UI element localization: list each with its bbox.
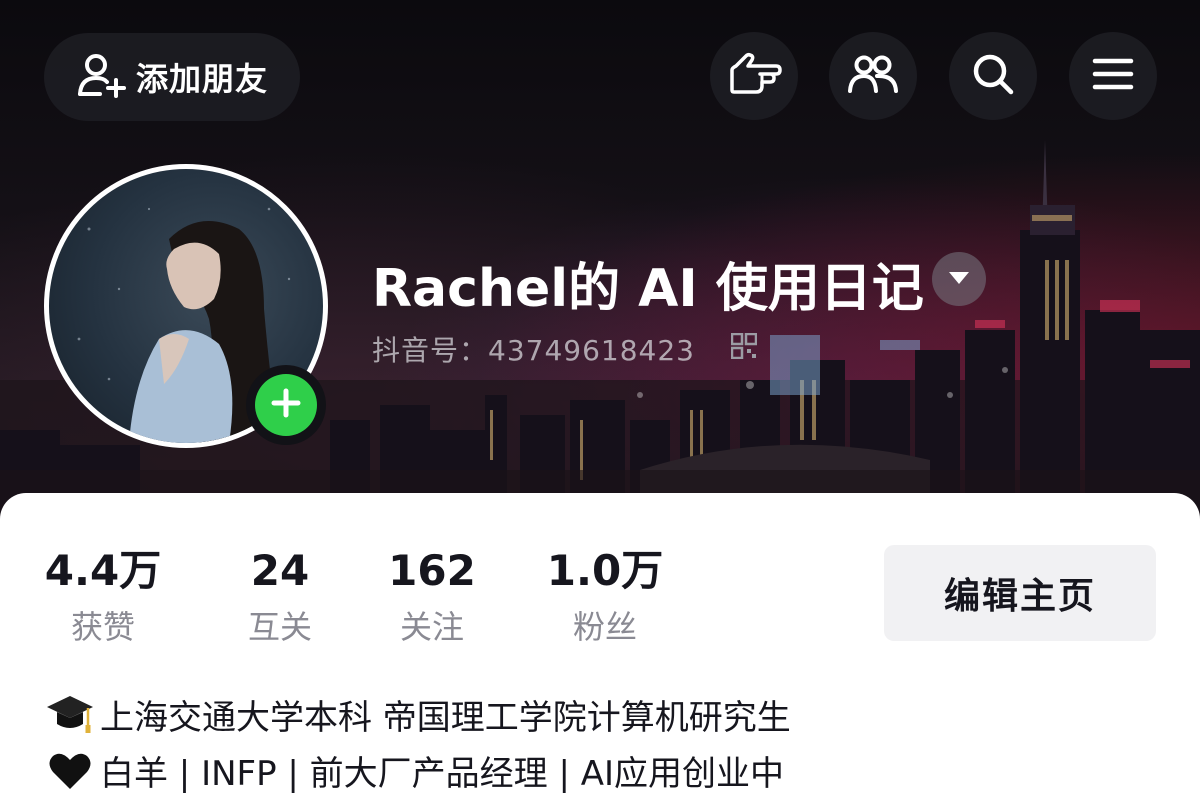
friends-button[interactable]: [829, 32, 917, 120]
bio-text: 上海交通大学本科 帝国理工学院计算机研究生: [100, 698, 791, 738]
graduation-cap-icon: [44, 692, 96, 738]
stat-likes[interactable]: 4.4万 获赞: [38, 545, 168, 649]
profile-nickname: Rachel的 AI 使用日记: [372, 259, 924, 319]
stat-value: 24: [250, 546, 310, 595]
menu-button[interactable]: [1069, 32, 1157, 120]
bio-line: 白羊 | INFP | 前大厂产品经理 | AI应用创业中: [44, 746, 784, 795]
bio-line: 上海交通大学本科 帝国理工学院计算机研究生: [44, 690, 791, 739]
stat-mutual[interactable]: 24 互关: [230, 545, 330, 649]
stat-value: 1.0万: [546, 546, 664, 595]
search-icon: [971, 52, 1015, 100]
stat-label: 获赞: [70, 608, 135, 646]
add-friend-label: 添加朋友: [135, 60, 268, 98]
stat-followers[interactable]: 1.0万 粉丝: [540, 545, 670, 649]
poke-button[interactable]: [710, 32, 798, 120]
douyin-id: 抖音号：43749618423: [372, 334, 695, 367]
stat-following[interactable]: 162 关注: [382, 545, 482, 649]
stat-label: 关注: [399, 608, 464, 646]
qr-code-icon[interactable]: [730, 332, 758, 363]
black-heart-icon: [44, 748, 96, 794]
account-switch-button[interactable]: [932, 252, 986, 306]
menu-icon: [1092, 56, 1134, 96]
pointing-hand-icon: [726, 52, 782, 100]
add-friend-icon: [76, 52, 126, 102]
stat-value: 162: [388, 546, 476, 595]
stat-label: 互关: [247, 608, 312, 646]
edit-profile-button[interactable]: 编辑主页: [884, 545, 1156, 641]
add-friend-button[interactable]: 添加朋友: [44, 33, 300, 121]
stat-value: 4.4万: [44, 546, 162, 595]
plus-icon: [270, 387, 302, 423]
bio-text: 白羊 | INFP | 前大厂产品经理 | AI应用创业中: [100, 754, 785, 794]
search-button[interactable]: [949, 32, 1037, 120]
caret-down-icon: [948, 270, 970, 289]
stat-label: 粉丝: [572, 608, 637, 646]
add-avatar-story-button[interactable]: [246, 365, 326, 445]
friends-icon: [847, 54, 899, 98]
